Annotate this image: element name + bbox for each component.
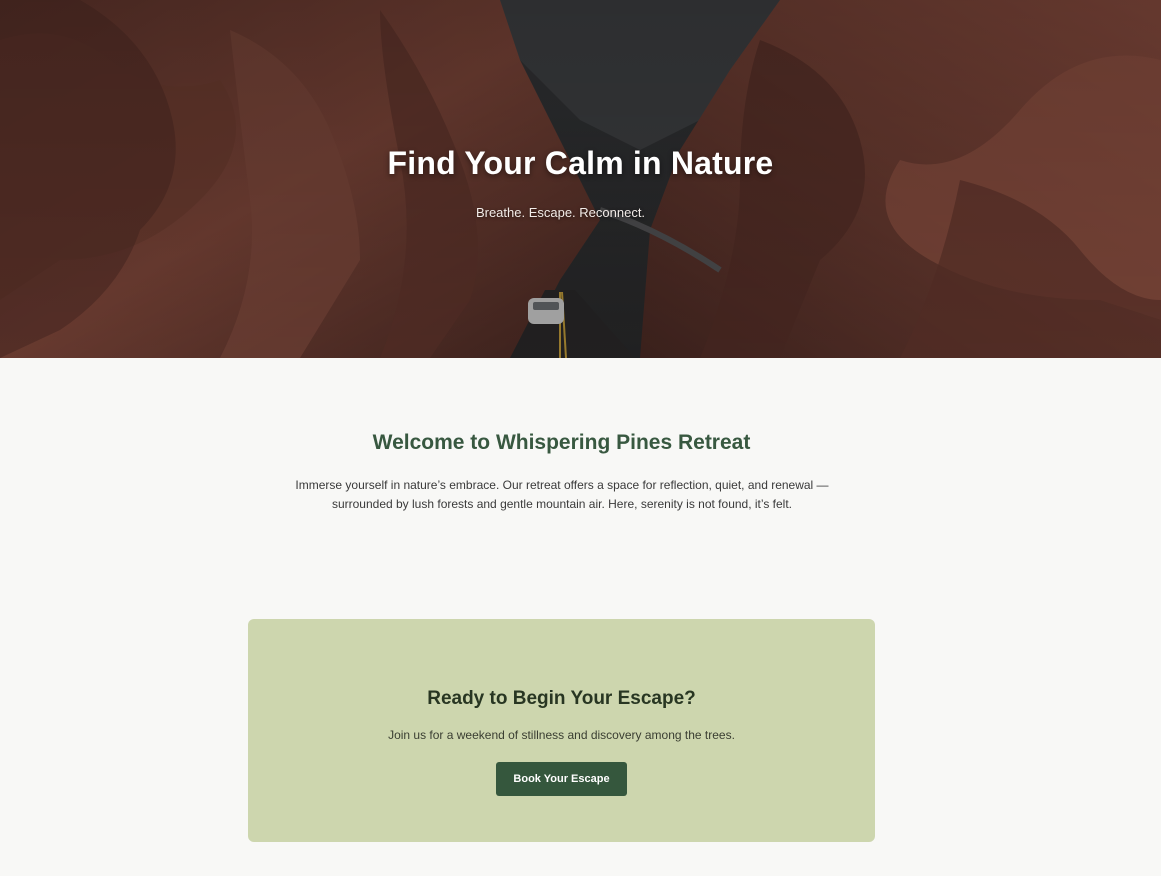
welcome-text: Immerse yourself in nature’s embrace. Ou… <box>295 478 829 511</box>
cta-text: Join us for a weekend of stillness and d… <box>388 728 735 742</box>
welcome-title: Welcome to Whispering Pines Retreat <box>372 431 751 454</box>
cta-title: Ready to Begin Your Escape? <box>427 688 696 709</box>
cta-section: Ready to Begin Your Escape? Join us for … <box>248 619 875 842</box>
hero-subtitle: Breathe. Escape. Reconnect. <box>475 205 646 220</box>
hero-content: Find Your Calm in Nature Breathe. Escape… <box>0 0 1161 358</box>
hero-title: Find Your Calm in Nature <box>387 145 774 181</box>
book-escape-button[interactable]: Book Your Escape <box>496 762 627 796</box>
welcome-section: Welcome to Whispering Pines Retreat Imme… <box>0 358 1161 598</box>
hero-section: Find Your Calm in Nature Breathe. Escape… <box>0 0 1161 358</box>
